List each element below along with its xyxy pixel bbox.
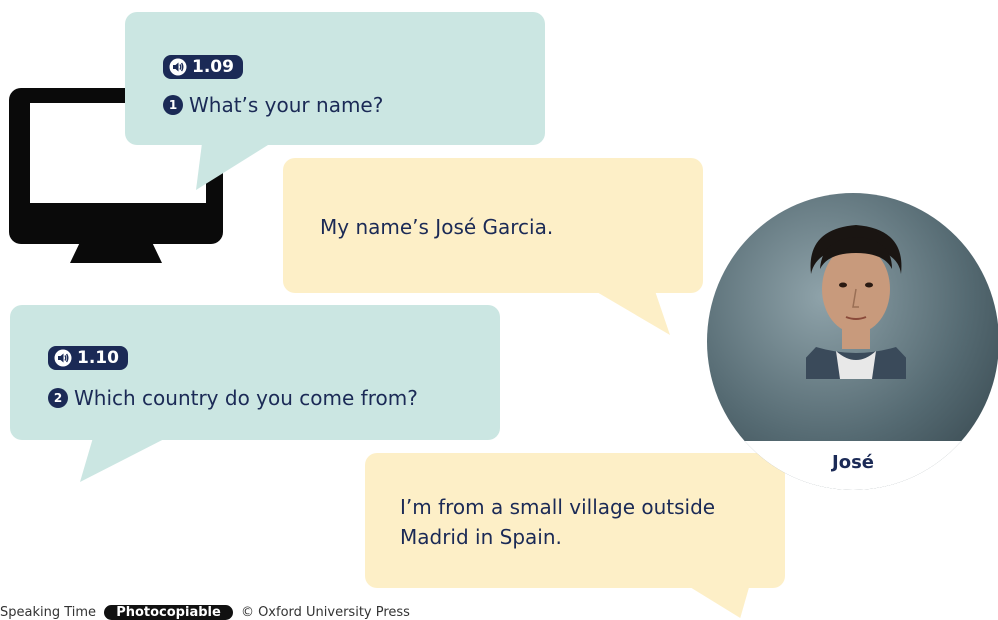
audio-track-label: 1.09 xyxy=(192,57,234,77)
speaker-icon xyxy=(169,58,187,76)
audio-track-button-2[interactable]: 1.10 xyxy=(48,346,128,370)
question-2: 2 Which country do you come from? xyxy=(48,386,418,410)
answer-1: My name’s José Garcia. xyxy=(320,215,554,239)
question-number: 2 xyxy=(48,387,68,408)
answer-bubble-2-tail xyxy=(685,584,750,618)
name-label: José xyxy=(707,441,998,490)
monitor-stand xyxy=(70,240,162,263)
question-text: Which country do you come from? xyxy=(74,386,418,410)
question-1: 1 What’s your name? xyxy=(163,93,383,117)
person-name: José xyxy=(832,452,874,473)
question-bubble-1-tail xyxy=(196,140,276,190)
question-number: 1 xyxy=(163,94,183,115)
speaker-icon xyxy=(54,349,72,367)
answer-2: I’m from a small village outside Madrid … xyxy=(400,495,716,549)
avatar: José xyxy=(707,193,998,490)
person-photo xyxy=(806,225,906,379)
question-bubble-2 xyxy=(10,305,500,440)
question-bubble-2-tail xyxy=(80,436,170,482)
answer-bubble-1-tail xyxy=(590,288,670,335)
audio-track-button-1[interactable]: 1.09 xyxy=(163,55,243,79)
question-text: What’s your name? xyxy=(189,93,384,117)
audio-track-label: 1.10 xyxy=(77,348,119,368)
